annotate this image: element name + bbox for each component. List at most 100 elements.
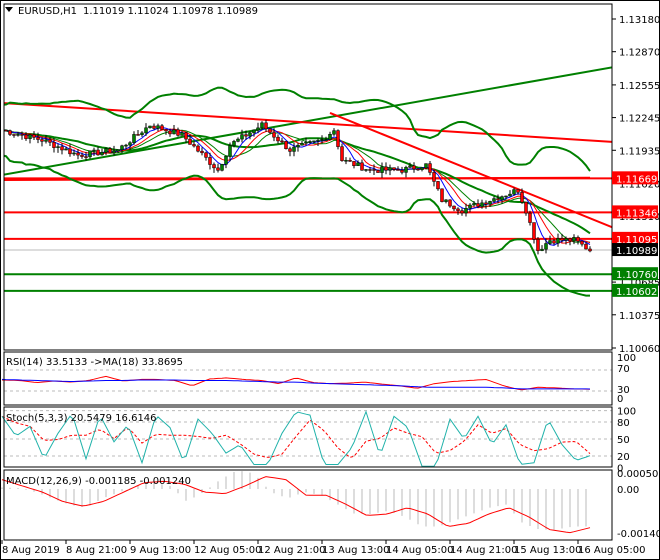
- candle-body: [272, 132, 276, 138]
- candle-body: [324, 139, 328, 141]
- candle-body: [232, 141, 236, 146]
- candle-body: [56, 146, 60, 148]
- candle-body: [456, 208, 460, 211]
- price-tick-label: 1.11935: [619, 146, 660, 157]
- macd-tick-label: -0.001409: [617, 529, 660, 540]
- candle-body: [196, 145, 200, 152]
- candle-body: [576, 237, 580, 242]
- price-tick-label: 1.12555: [619, 81, 660, 92]
- candle-body: [204, 152, 208, 158]
- candle-body: [340, 146, 344, 161]
- price-tick-label: 1.13180: [619, 15, 660, 26]
- candle-body: [476, 203, 480, 207]
- candle-body: [252, 129, 256, 134]
- time-label: 13 Aug 13:00: [322, 545, 389, 556]
- candle-body: [468, 204, 472, 209]
- candle-body: [140, 132, 144, 135]
- candle-body: [364, 169, 368, 171]
- candle-body: [172, 129, 176, 135]
- candle-body: [400, 169, 404, 173]
- candle-body: [572, 237, 576, 242]
- candle-body: [552, 240, 556, 244]
- candle-body: [556, 238, 560, 244]
- price-tag-label: 1.10760: [616, 270, 657, 281]
- candle-body: [320, 139, 324, 141]
- candle-body: [488, 201, 492, 205]
- candle-body: [428, 163, 432, 173]
- candle-body: [168, 130, 172, 135]
- candle-body: [308, 141, 312, 143]
- candle-body: [500, 196, 504, 201]
- candle-body: [460, 210, 464, 214]
- candle-body: [368, 169, 372, 171]
- candle-body: [336, 130, 340, 147]
- candle-body: [48, 139, 52, 143]
- price-tick-label: 1.12870: [619, 48, 660, 59]
- candle-body: [544, 243, 548, 250]
- time-label: 12 Aug 21:00: [258, 545, 325, 556]
- candle-body: [84, 156, 88, 158]
- candle-body: [384, 166, 388, 171]
- candle-body: [224, 155, 228, 165]
- candle-body: [20, 134, 24, 136]
- candle-body: [432, 172, 436, 182]
- candle-body: [332, 130, 336, 135]
- time-label: 8 Aug 2019: [2, 545, 60, 556]
- candle-body: [220, 164, 224, 171]
- macd-label: MACD(12,26,9) -0.001185 -0.001240: [6, 476, 191, 487]
- stoch-tick-label: 80: [617, 418, 630, 429]
- candle-body: [216, 167, 220, 171]
- candle-body: [444, 199, 448, 202]
- candle-body: [420, 167, 424, 170]
- price-tag-label: 1.11346: [616, 208, 657, 219]
- candle-body: [492, 198, 496, 202]
- candle-body: [472, 203, 476, 206]
- candle-body: [360, 162, 364, 171]
- candle-body: [116, 149, 120, 152]
- candle-body: [580, 240, 584, 245]
- candle-body: [312, 140, 316, 143]
- candle-body: [568, 238, 572, 242]
- trading-chart[interactable]: 1.13180 1.12870 1.12555 1.12245 1.11935 1.116…: [0, 0, 660, 560]
- candle-body: [480, 202, 484, 207]
- candle-body: [112, 150, 116, 154]
- candle-body: [348, 159, 352, 162]
- candle-body: [124, 144, 128, 147]
- candle-body: [244, 134, 248, 137]
- rsi-tick-label: 0: [617, 394, 623, 405]
- macd-tick-label: 0.000508: [617, 469, 660, 480]
- candle-body: [300, 142, 304, 146]
- candle-body: [280, 140, 284, 143]
- candle-body: [108, 148, 112, 154]
- time-label: 9 Aug 13:00: [130, 545, 191, 556]
- candle-body: [564, 238, 568, 241]
- candle-body: [160, 125, 164, 130]
- candle-body: [524, 201, 528, 214]
- candle-body: [268, 128, 272, 133]
- candle-body: [508, 193, 512, 197]
- price-tag-label: 1.10602: [616, 287, 657, 298]
- candle-body: [464, 208, 468, 214]
- candle-body: [180, 132, 184, 136]
- candle-body: [528, 212, 532, 223]
- candle-body: [504, 195, 508, 198]
- candle-body: [88, 150, 92, 158]
- candle-body: [448, 199, 452, 207]
- candle-body: [372, 169, 376, 171]
- candle-body: [76, 152, 80, 156]
- candle-body: [264, 122, 268, 130]
- candle-body: [276, 136, 280, 142]
- price-tag-label: 1.11669: [616, 174, 657, 185]
- candle-body: [484, 202, 488, 205]
- candle-body: [128, 142, 132, 146]
- candle-body: [184, 132, 188, 140]
- candle-body: [120, 145, 124, 150]
- candle-body: [356, 162, 360, 167]
- candle-body: [536, 239, 540, 251]
- candle-body: [344, 159, 348, 162]
- candle-body: [32, 134, 36, 138]
- candle-body: [36, 137, 40, 140]
- candle-body: [64, 148, 68, 151]
- candle-body: [256, 127, 260, 131]
- candle-body: [212, 164, 216, 169]
